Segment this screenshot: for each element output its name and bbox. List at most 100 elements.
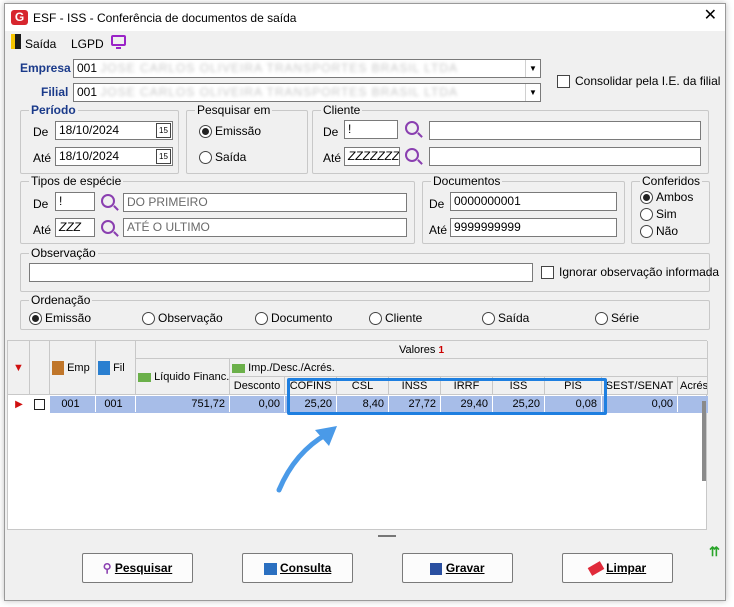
- imp-desc-label: Imp./Desc./Acrés.: [248, 362, 335, 374]
- cell-sest-senat: 0,00: [602, 396, 678, 412]
- tipos-ate-label: Até: [33, 223, 52, 237]
- empresa-name: JOSE CARLOS OLIVEIRA TRANSPORTES BRASIL …: [100, 61, 459, 75]
- filial-combo[interactable]: 001 JOSE CARLOS OLIVEIRA TRANSPORTES BRA…: [73, 83, 541, 102]
- search-icon[interactable]: [101, 194, 115, 208]
- radio-ord-observacao[interactable]: Observação: [142, 311, 223, 325]
- radio-emissao[interactable]: Emissão: [199, 124, 261, 138]
- observacao-input[interactable]: [29, 263, 533, 282]
- radio-nao[interactable]: Não: [640, 224, 678, 238]
- cliente-title: Cliente: [321, 103, 363, 117]
- tipos-ate-desc: ATÉ O ULTIMO: [123, 218, 407, 237]
- cell-liquido: 751,72: [136, 396, 230, 412]
- col-sest-senat[interactable]: SEST/SENAT: [602, 377, 678, 395]
- periodo-ate-label: Até: [33, 151, 52, 165]
- cliente-ate-input[interactable]: ZZZZZZZ: [344, 147, 400, 166]
- search-icon[interactable]: [405, 148, 419, 162]
- radio-sim[interactable]: Sim: [640, 207, 677, 221]
- documentos-title: Documentos: [431, 174, 503, 188]
- select-all-header: [30, 341, 50, 395]
- radio-ord-serie[interactable]: Série: [595, 311, 639, 325]
- calendar-icon[interactable]: 15: [156, 123, 171, 138]
- eraser-icon: [587, 561, 605, 577]
- monitor-icon[interactable]: [111, 35, 126, 49]
- filial-code: 001: [77, 85, 98, 99]
- cell-desconto: 0,00: [230, 396, 285, 412]
- periodo-ate-input[interactable]: 18/10/2024 15: [55, 147, 173, 166]
- pointer-arrow-icon: [276, 426, 337, 493]
- consulta-button[interactable]: Consulta: [242, 553, 353, 583]
- splitter-handle[interactable]: [378, 535, 396, 537]
- valores-header: Valores 1: [136, 341, 708, 359]
- pesquisar-em-title: Pesquisar em: [195, 103, 273, 117]
- limpar-button[interactable]: Limpar: [562, 553, 673, 583]
- col-emp-label: Emp: [67, 362, 90, 374]
- consolidar-checkbox[interactable]: Consolidar pela I.E. da filial: [557, 74, 720, 88]
- radio-ord-saida[interactable]: Saída: [482, 311, 529, 325]
- highlight-box: [287, 378, 607, 415]
- valores-badge: 1: [438, 345, 445, 356]
- search-icon[interactable]: [405, 121, 419, 135]
- col-emp-header[interactable]: Emp: [50, 341, 96, 395]
- cell-fil: 001: [96, 396, 136, 412]
- close-icon[interactable]: ✕: [704, 8, 717, 24]
- radio-ord-documento[interactable]: Documento: [255, 311, 332, 325]
- empresa-combo[interactable]: 001 JOSE CARLOS OLIVEIRA TRANSPORTES BRA…: [73, 59, 541, 78]
- tipos-ate-input[interactable]: ZZZ: [55, 218, 95, 237]
- chevron-down-icon[interactable]: ▼: [525, 84, 540, 101]
- documentos-ate-input[interactable]: 9999999999: [450, 218, 617, 237]
- search-icon[interactable]: [101, 220, 115, 234]
- periodo-de-value: 18/10/2024: [59, 123, 120, 137]
- cliente-de-label: De: [323, 125, 339, 139]
- gravar-button[interactable]: Gravar: [402, 553, 513, 583]
- valores-label: Valores: [398, 344, 436, 356]
- money-icon: [232, 363, 245, 373]
- menu-bar: Saída LGPD: [5, 31, 725, 53]
- grid-icon: [263, 562, 277, 575]
- col-liquido-header[interactable]: Líquido Financ.: [136, 359, 230, 395]
- observacao-title: Observação: [29, 246, 98, 260]
- radio-ambos[interactable]: Ambos: [640, 190, 693, 204]
- filial-name: JOSE CARLOS OLIVEIRA TRANSPORTES BRASIL …: [100, 85, 459, 99]
- documentos-de-label: De: [429, 197, 445, 211]
- col-fil-header[interactable]: Fil: [96, 341, 136, 395]
- imp-desc-header: Imp./Desc./Acrés.: [230, 359, 708, 377]
- row-pointer-icon: ▶: [15, 399, 23, 410]
- menu-exit[interactable]: Saída: [25, 37, 56, 51]
- col-desconto[interactable]: Desconto: [230, 377, 285, 395]
- periodo-de-label: De: [33, 125, 49, 139]
- cliente-de-input[interactable]: !: [344, 120, 398, 139]
- periodo-ate-value: 18/10/2024: [59, 149, 120, 163]
- col-acres[interactable]: Acrés: [678, 377, 708, 395]
- scroll-top-icon[interactable]: ⇈: [709, 544, 720, 560]
- sort-arrow-icon[interactable]: ▼: [8, 341, 30, 395]
- gravar-label: Gravar: [445, 561, 485, 575]
- documents-grid[interactable]: ▼ Emp Fil Valores 1 Líquido Financ. Imp.…: [7, 340, 708, 537]
- radio-ord-emissao[interactable]: Emissão: [29, 311, 91, 325]
- filial-label: Filial: [41, 85, 69, 99]
- radio-ord-cliente[interactable]: Cliente: [369, 311, 422, 325]
- tipos-especie-title: Tipos de espécie: [29, 174, 124, 188]
- pesquisar-label: Pesquisar: [114, 561, 173, 575]
- periodo-de-input[interactable]: 18/10/2024 15: [55, 121, 173, 140]
- window-title: ESF - ISS - Conferência de documentos de…: [33, 11, 297, 25]
- ordenacao-title: Ordenação: [29, 293, 93, 307]
- exit-door-icon[interactable]: [11, 34, 21, 49]
- cliente-ate-label: Até: [323, 151, 342, 165]
- col-fil-label: Fil: [113, 362, 125, 374]
- tipos-de-label: De: [33, 197, 49, 211]
- tipos-de-input[interactable]: !: [55, 192, 95, 211]
- menu-lgpd[interactable]: LGPD: [71, 37, 104, 51]
- cliente-ate-desc: [429, 147, 701, 166]
- documentos-de-input[interactable]: 0000000001: [450, 192, 617, 211]
- limpar-label: Limpar: [606, 561, 647, 575]
- calendar-icon[interactable]: 15: [156, 149, 171, 164]
- ignorar-observacao-checkbox[interactable]: Ignorar observação informada: [541, 265, 719, 279]
- radio-saida[interactable]: Saída: [199, 150, 246, 164]
- app-logo-icon: G: [11, 10, 28, 25]
- row-checkbox[interactable]: [34, 399, 45, 410]
- cell-emp: 001: [50, 396, 96, 412]
- building-icon: [52, 361, 64, 376]
- chevron-down-icon[interactable]: ▼: [525, 60, 540, 77]
- vertical-scrollbar[interactable]: [702, 401, 706, 481]
- pesquisar-button[interactable]: ⚲ Pesquisar: [82, 553, 193, 583]
